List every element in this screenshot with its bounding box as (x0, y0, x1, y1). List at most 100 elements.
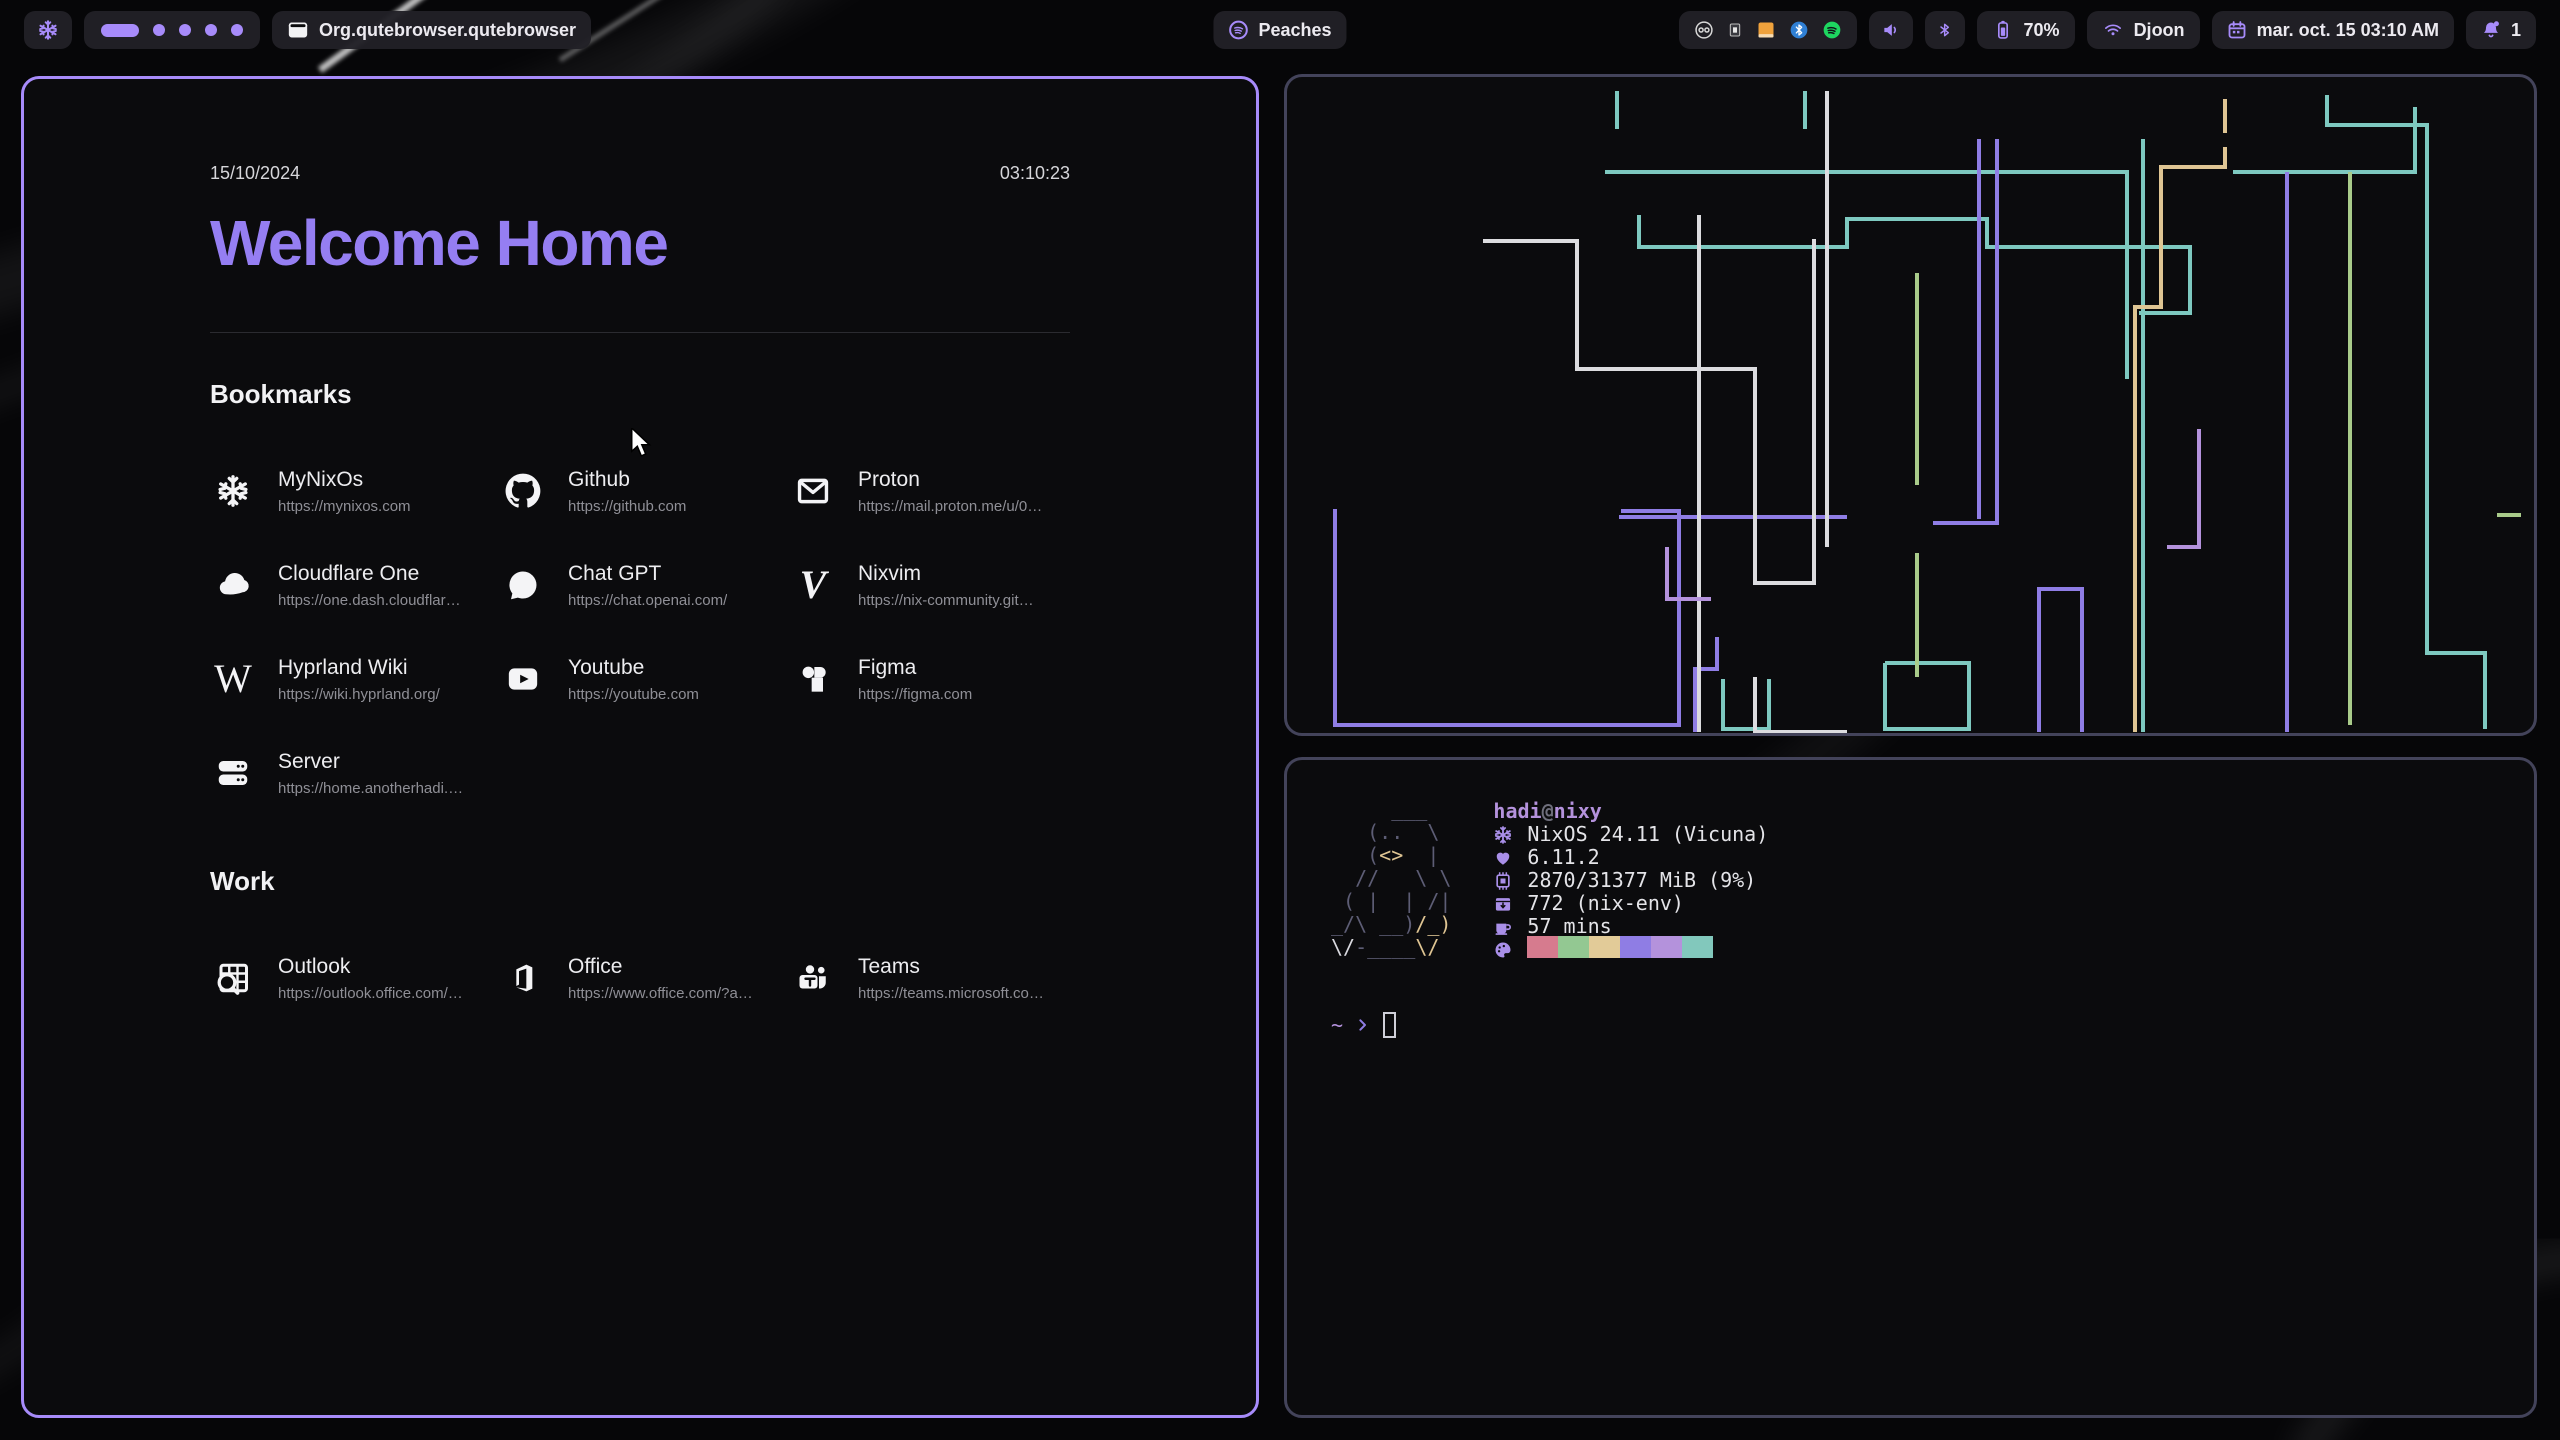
outlook-icon (210, 955, 256, 1001)
bookmark-url: https://youtube.com (568, 686, 699, 703)
bookmark-office[interactable]: Officehttps://www.office.com/?a… (500, 931, 790, 1025)
bookmark-name: Github (568, 468, 686, 492)
calendar-icon (2227, 20, 2247, 40)
folder-tray-icon[interactable] (1756, 20, 1776, 40)
network-ssid: Djoon (2134, 20, 2185, 41)
bookmark-name: MyNixOs (278, 468, 411, 492)
bookmark-url: https://figma.com (858, 686, 972, 703)
fastfetch-info-line: 772 (nix-env) (1493, 892, 1768, 915)
window-title: Org.qutebrowser.qutebrowser (319, 20, 576, 41)
workspace-dot[interactable] (205, 24, 217, 36)
wiki-w-icon: W (210, 656, 256, 702)
bookmark-url: https://github.com (568, 498, 686, 515)
bookmark-url: https://chat.openai.com/ (568, 592, 727, 609)
volume-pill[interactable] (1869, 11, 1913, 49)
bookmark-cloudflare-one[interactable]: Cloudflare One https://one.dash.cloudflar… (210, 538, 500, 632)
bookmark-grid: MyNixOshttps://mynixos.com Github https://… (210, 444, 1070, 820)
terminal-cursor (1383, 1012, 1396, 1038)
notification-pill[interactable]: 1 (2466, 11, 2536, 49)
bookmark-name: Teams (858, 955, 1044, 979)
workspace-active[interactable] (101, 24, 139, 37)
bluetooth-pill[interactable] (1925, 11, 1965, 49)
github-icon (500, 468, 546, 514)
ff-uptime-icon (1493, 917, 1527, 937)
bookmark-teams[interactable]: Teamshttps://teams.microsoft.co… (790, 931, 1080, 1025)
battery-pill[interactable]: 70% (1977, 11, 2075, 49)
fastfetch-info-line: 6.11.2 (1493, 846, 1768, 869)
cloud-icon (210, 562, 256, 608)
startpage-date: 15/10/2024 (210, 163, 300, 184)
bookmark-proton[interactable]: Protonhttps://mail.proton.me/u/0… (790, 444, 1080, 538)
bookmark-nixvim[interactable]: V Nixvim https://nix-community.git… (790, 538, 1080, 632)
nix-snowflake-white-icon (210, 468, 256, 514)
bookmark-outlook[interactable]: Outlook https://outlook.office.com/… (210, 931, 500, 1025)
mouse-cursor (630, 428, 656, 458)
workspace-indicator[interactable] (84, 11, 260, 49)
bookmark-chat-gpt[interactable]: Chat GPT https://chat.openai.com/ (500, 538, 790, 632)
bookmark-figma[interactable]: Figma https://figma.com (790, 632, 1080, 726)
bell-icon (2481, 20, 2501, 40)
bookmark-grid: Outlook https://outlook.office.com/… Offic… (210, 931, 1070, 1025)
fastfetch-info-line: 57 mins (1493, 915, 1768, 938)
spotify-icon (1228, 20, 1248, 40)
workspace-dot[interactable] (231, 24, 243, 36)
fastfetch-color-palette (1493, 938, 1768, 961)
chat-icon (500, 562, 546, 608)
top-bar: Org.qutebrowser.qutebrowser Peaches 70% … (0, 0, 2560, 60)
music-player-pill[interactable]: Peaches (1213, 11, 1346, 49)
startpage-time: 03:10:23 (1000, 163, 1070, 184)
terminal-window[interactable]: ___ (.. \ (<> | // \ \ ( | | /| _/\ __)/… (1284, 757, 2537, 1418)
bookmark-name: Chat GPT (568, 562, 727, 586)
nix-snowflake-icon (37, 19, 59, 41)
ff-kernel-icon (1493, 848, 1527, 868)
bookmark-name: Server (278, 750, 463, 774)
shell-prompt[interactable]: ~ (1331, 1012, 1396, 1038)
terminal-pipes-window (1284, 74, 2537, 736)
bluetooth-tray-icon[interactable] (1789, 20, 1809, 40)
fastfetch-user-host: hadi@nixy (1493, 800, 1768, 823)
fastfetch-output: ___ (.. \ (<> | // \ \ ( | | /| _/\ __)/… (1331, 798, 2490, 961)
bookmark-name: Cloudflare One (278, 562, 461, 586)
bookmark-name: Figma (858, 656, 972, 680)
window-title-pill[interactable]: Org.qutebrowser.qutebrowser (272, 11, 591, 49)
notification-count: 1 (2511, 20, 2521, 41)
server-icon (210, 750, 256, 796)
bookmark-name: Nixvim (858, 562, 1034, 586)
bookmark-url: https://mail.proton.me/u/0… (858, 498, 1042, 515)
youtube-icon (500, 656, 546, 702)
bluetooth-icon (1937, 20, 1953, 40)
bookmark-server[interactable]: Serverhttps://home.anotherhadi.… (210, 726, 500, 820)
prompt-cwd: ~ (1331, 1014, 1343, 1037)
battery-icon (1992, 20, 2014, 40)
ff-nix-icon (1493, 825, 1527, 845)
network-pill[interactable]: Djoon (2087, 11, 2200, 49)
bookmark-url: https://outlook.office.com/… (278, 985, 463, 1002)
bookmark-github[interactable]: Github https://github.com (500, 444, 790, 538)
widget-tray-icon[interactable] (1727, 21, 1743, 39)
bookmark-mynixos[interactable]: MyNixOshttps://mynixos.com (210, 444, 500, 538)
workspace-dot[interactable] (153, 24, 165, 36)
palette-swatch (1620, 936, 1651, 958)
spotify-tray-icon[interactable] (1822, 20, 1842, 40)
music-track-label: Peaches (1258, 20, 1331, 41)
vim-v-icon: V (790, 562, 836, 608)
nix-menu-button[interactable] (24, 11, 72, 49)
bookmark-hyprland-wiki[interactable]: WHyprland Wikihttps://wiki.hyprland.org/ (210, 632, 500, 726)
bookmark-name: Youtube (568, 656, 699, 680)
system-tray[interactable] (1679, 11, 1857, 49)
bookmark-name: Outlook (278, 955, 463, 979)
divider (210, 332, 1070, 333)
clock-text: mar. oct. 15 03:10 AM (2257, 20, 2439, 41)
bookmark-url: https://nix-community.git… (858, 592, 1034, 609)
speaker-icon (1881, 20, 1901, 40)
section-title-bookmarks: Bookmarks (210, 379, 1070, 410)
bookmark-youtube[interactable]: Youtube https://youtube.com (500, 632, 790, 726)
fastfetch-info-line: 2870/31377 MiB (9%) (1493, 869, 1768, 892)
palette-icon (1493, 940, 1527, 960)
goggles-tray-icon[interactable] (1694, 20, 1714, 40)
clock-pill[interactable]: mar. oct. 15 03:10 AM (2212, 11, 2454, 49)
palette-swatch (1651, 936, 1682, 958)
workspace-dot[interactable] (179, 24, 191, 36)
fastfetch-ascii-art: ___ (.. \ (<> | // \ \ ( | | /| _/\ __)/… (1331, 798, 1451, 961)
bookmark-url: https://one.dash.cloudflar… (278, 592, 461, 609)
